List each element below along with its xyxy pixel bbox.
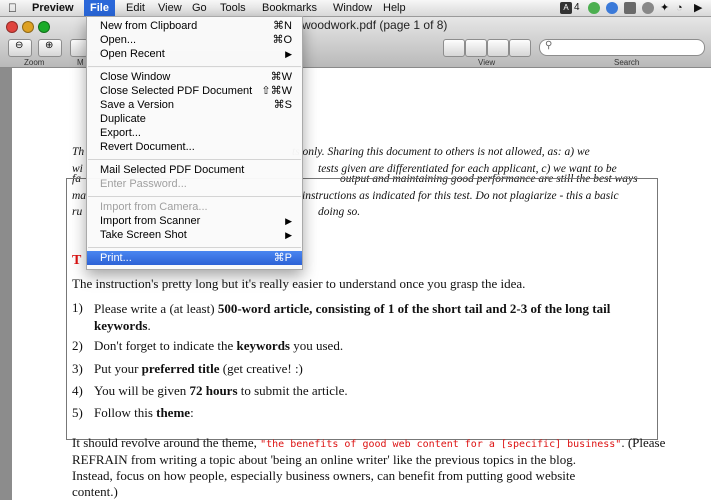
window-title: woodwork.pdf (page 1 of 8)	[302, 18, 448, 32]
green-status-icon[interactable]	[588, 2, 600, 14]
menu-help[interactable]: Help	[383, 1, 406, 15]
file-menu-dropdown: New from Clipboard ⌘N Open... ⌘O Open Rece…	[86, 16, 303, 270]
item-3-number: 3)	[72, 361, 83, 376]
view-contact-sheet-button[interactable]	[509, 39, 531, 57]
wifi-icon[interactable]: ◔	[676, 1, 683, 15]
item-4-number: 4)	[72, 383, 83, 398]
menu-separator	[88, 159, 301, 160]
search-label: Search	[614, 58, 640, 67]
move-label: M	[77, 58, 84, 67]
theme-handwritten: "the benefits of good web content for a …	[260, 439, 622, 450]
menu-item-take-screenshot[interactable]: Take Screen Shot ▶	[87, 228, 302, 242]
menu-view[interactable]: View	[158, 1, 182, 15]
menu-window[interactable]: Window	[333, 1, 372, 15]
adobe-icon[interactable]: A	[560, 2, 572, 14]
search-icon: ⚲	[545, 40, 553, 51]
menu-edit[interactable]: Edit	[126, 1, 145, 15]
view-label: View	[478, 58, 496, 67]
menu-go[interactable]: Go	[192, 1, 207, 15]
bluetooth-icon[interactable]: ✦	[660, 1, 669, 15]
menu-item-enter-password: Enter Password...	[100, 178, 187, 190]
menu-bar:  Preview File Edit View Go Tools Bookma…	[0, 0, 711, 17]
menu-separator	[88, 66, 301, 67]
item-5-number: 5)	[72, 405, 83, 420]
app-menu-preview[interactable]: Preview	[32, 1, 74, 15]
submenu-arrow-icon: ▶	[285, 49, 292, 59]
badge-count: 4	[574, 2, 580, 13]
menu-separator	[88, 247, 301, 248]
para-line-3: content.)	[72, 484, 118, 499]
zoom-in-button[interactable]: ⊕	[38, 39, 62, 57]
page-gutter	[0, 68, 12, 500]
para-line-2: Instead, focus on how people, especially…	[72, 468, 576, 483]
item-4-text: You will be given 72 hours to submit the…	[94, 383, 348, 398]
minimize-window-icon[interactable]	[22, 21, 34, 33]
menu-item-open-recent[interactable]: Open Recent ▶	[87, 47, 302, 61]
zoom-out-icon: ⊖	[15, 40, 24, 51]
intro-text: The instruction's pretty long but it's r…	[72, 276, 526, 291]
submenu-arrow-icon: ▶	[285, 230, 292, 240]
view-toc-button[interactable]	[487, 39, 509, 57]
submenu-arrow-icon: ▶	[285, 216, 292, 226]
menu-item-close-window[interactable]: Close Window ⌘W	[87, 70, 302, 84]
zoom-window-icon[interactable]	[38, 21, 50, 33]
menu-file[interactable]: File	[84, 0, 115, 16]
item-5-text: Follow this theme:	[94, 405, 194, 420]
close-window-icon[interactable]	[6, 21, 18, 33]
item-2-number: 2)	[72, 338, 83, 353]
view-content-only-button[interactable]	[443, 39, 465, 57]
menu-item-export[interactable]: Export...	[87, 126, 302, 140]
search-input[interactable]: ⚲	[539, 39, 705, 56]
item-2-text: Don't forget to indicate the keywords yo…	[94, 338, 344, 353]
para-line-1: REFRAIN from writing a topic about 'bein…	[72, 452, 577, 467]
timemachine-icon[interactable]	[642, 2, 654, 14]
menu-item-duplicate[interactable]: Duplicate	[87, 112, 302, 126]
view-thumbnails-button[interactable]	[465, 39, 487, 57]
menu-separator	[88, 196, 301, 197]
menu-item-mail-pdf[interactable]: Mail Selected PDF Document	[87, 163, 302, 177]
menu-item-open[interactable]: Open... ⌘O	[87, 33, 302, 47]
wifi-extra-icon[interactable]	[624, 2, 636, 14]
item-1-number: 1)	[72, 300, 83, 315]
item-3-text: Put your preferred title (get creative! …	[94, 361, 303, 376]
volume-icon[interactable]: ▶	[694, 1, 702, 15]
menu-tools[interactable]: Tools	[220, 1, 246, 15]
zoom-out-button[interactable]: ⊖	[8, 39, 32, 57]
item-1-text: Please write a (at least) 500-word artic…	[94, 301, 611, 333]
menu-item-close-selected-pdf[interactable]: Close Selected PDF Document ⇧⌘W	[87, 84, 302, 98]
zoom-in-icon: ⊕	[45, 40, 54, 51]
menu-item-revert[interactable]: Revert Document...	[87, 140, 302, 154]
zoom-label: Zoom	[24, 58, 45, 67]
menu-item-import-camera: Import from Camera...	[100, 201, 208, 213]
menu-item-save-version[interactable]: Save a Version ⌘S	[87, 98, 302, 112]
apple-menu-icon[interactable]: 	[8, 1, 17, 15]
theme-line: It should revolve around the theme, "the…	[72, 435, 666, 450]
section-heading: T	[72, 253, 82, 268]
menu-bookmarks[interactable]: Bookmarks	[262, 1, 317, 15]
menu-item-import-scanner[interactable]: Import from Scanner ▶	[87, 214, 302, 228]
menu-item-print[interactable]: Print... ⌘P	[87, 251, 302, 265]
menu-item-new-from-clipboard[interactable]: New from Clipboard ⌘N	[87, 19, 302, 33]
skype-icon[interactable]	[606, 2, 618, 14]
